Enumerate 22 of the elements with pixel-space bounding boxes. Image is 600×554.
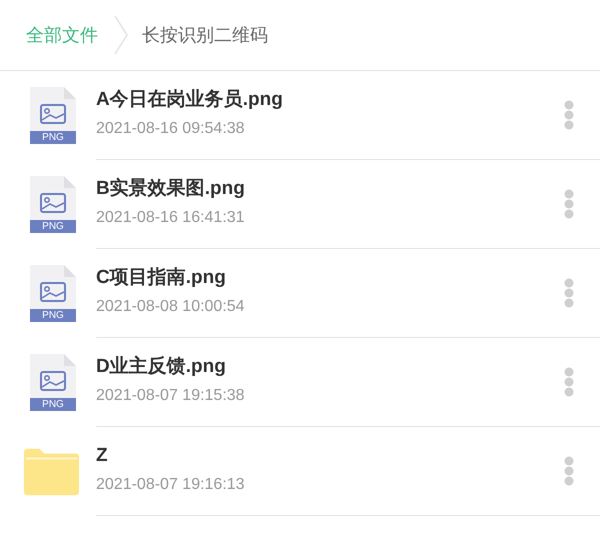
file-name: C项目指南.png [96, 266, 227, 290]
file-type-label: PNG [30, 309, 76, 322]
file-date: 2021-08-16 09:54:38 [96, 119, 246, 140]
more-icon[interactable] [564, 367, 574, 397]
file-type-label: PNG [30, 220, 76, 233]
file-type-label: PNG [30, 131, 76, 144]
file-name: B实景效果图.png [96, 178, 246, 200]
chevron-icon [114, 15, 128, 55]
breadcrumb-link[interactable]: 长按识别二维码 [142, 22, 268, 48]
file-date: 2021-08-08 10:00:54 [96, 297, 246, 318]
more-icon[interactable] [564, 278, 574, 308]
file-date: 2021-08-16 16:41:31 [96, 208, 246, 228]
file-name: A今日在岗业务员.png [96, 88, 284, 112]
more-icon[interactable] [564, 100, 574, 130]
file-date: 2021-08-07 19:15:38 [96, 386, 246, 406]
file-type-label: PNG [30, 398, 76, 411]
file-name: Z [96, 444, 109, 468]
file-date: 2021-08-07 19:16:13 [96, 475, 246, 496]
file-name: D业主反馈.png [96, 356, 227, 378]
more-icon[interactable] [564, 456, 574, 486]
more-icon[interactable] [564, 189, 574, 219]
folder-icon [22, 448, 80, 496]
